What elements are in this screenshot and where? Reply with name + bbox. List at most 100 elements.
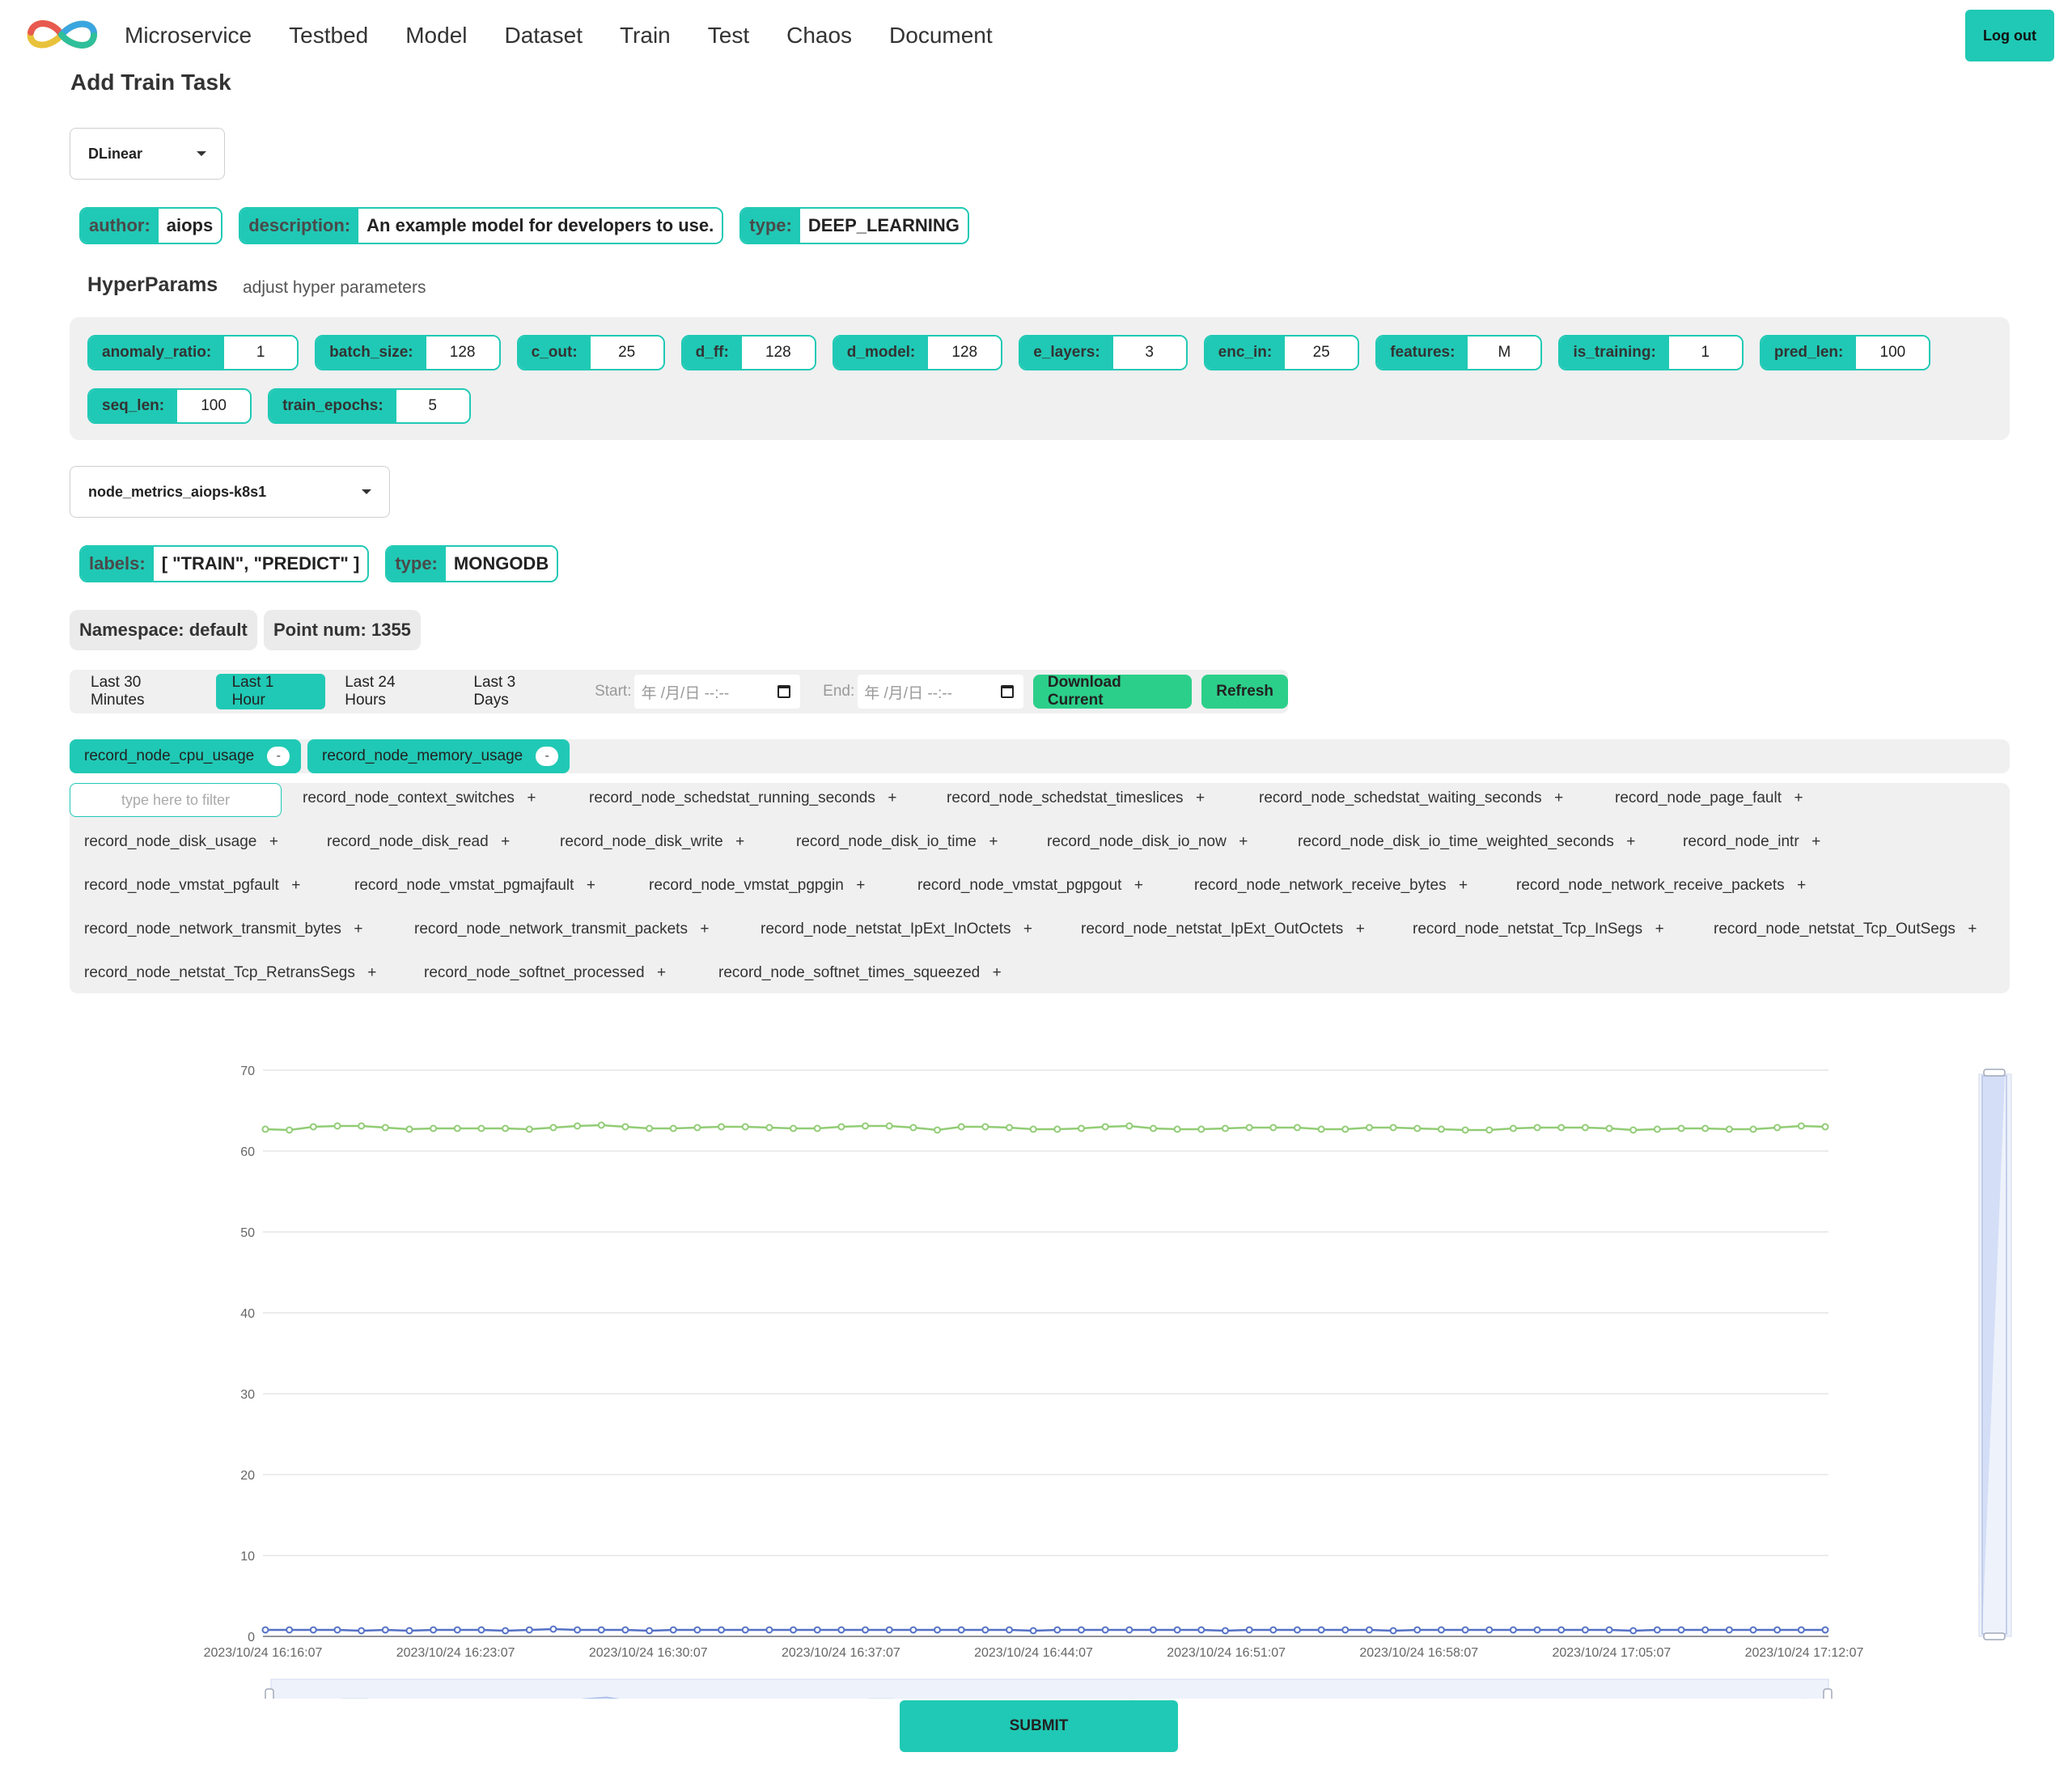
metric-item[interactable]: record_node_network_transmit_bytes + (84, 917, 367, 942)
app-logo[interactable] (24, 15, 99, 55)
metric-item[interactable]: record_node_schedstat_waiting_seconds + (1259, 786, 1568, 811)
hyperparam-is-training[interactable]: is_training: 1 (1558, 335, 1744, 370)
start-date-input[interactable]: 年 /月/日 --:-- (634, 675, 801, 709)
add-metric-icon[interactable]: + (1550, 789, 1568, 807)
nav-test[interactable]: Test (708, 19, 749, 52)
add-metric-icon[interactable]: + (696, 921, 714, 938)
hyperparam-e-layers[interactable]: e_layers: 3 (1019, 335, 1188, 370)
add-metric-icon[interactable]: + (1964, 921, 1981, 938)
remove-metric-button[interactable]: - (267, 747, 290, 766)
submit-button[interactable]: SUBMIT (900, 1700, 1178, 1752)
add-metric-icon[interactable]: + (363, 964, 381, 982)
hyperparam-value-input[interactable]: 25 (590, 336, 663, 369)
metric-item[interactable]: record_node_softnet_processed + (424, 961, 671, 985)
metric-item[interactable]: record_node_disk_io_time + (796, 830, 1002, 854)
metric-item[interactable]: record_node_vmstat_pgpgin + (649, 874, 870, 898)
metric-item[interactable]: record_node_disk_io_time_weighted_second… (1298, 830, 1640, 854)
hyperparam-d-ff[interactable]: d_ff: 128 (680, 335, 816, 370)
metric-item[interactable]: record_node_network_transmit_packets + (414, 917, 714, 942)
metric-item[interactable]: record_node_page_fault + (1615, 786, 1807, 811)
metric-item[interactable]: record_node_schedstat_running_seconds + (589, 786, 901, 811)
metric-item[interactable]: record_node_netstat_IpExt_InOctets + (761, 917, 1036, 942)
hyperparam-value-input[interactable]: 128 (928, 336, 1002, 369)
end-date-input[interactable]: 年 /月/日 --:-- (858, 675, 1023, 709)
remove-metric-button[interactable]: - (536, 747, 559, 766)
hyperparam-value-input[interactable]: 1 (1668, 336, 1742, 369)
nav-train[interactable]: Train (620, 19, 671, 52)
hyperparam-train-epochs[interactable]: train_epochs: 5 (268, 388, 471, 424)
nav-chaos[interactable]: Chaos (786, 19, 852, 52)
metric-item[interactable]: record_node_netstat_IpExt_OutOctets + (1081, 917, 1369, 942)
metric-item[interactable]: record_node_context_switches + (303, 786, 540, 811)
metric-item[interactable]: record_node_vmstat_pgpgout + (917, 874, 1147, 898)
metric-item[interactable]: record_node_vmstat_pgmajfault + (354, 874, 600, 898)
logout-button[interactable]: Log out (1965, 10, 2054, 61)
dataset-select[interactable]: node_metrics_aiops-k8s1 (70, 466, 390, 518)
hyperparam-value-input[interactable]: 100 (177, 390, 251, 422)
add-metric-icon[interactable]: + (1622, 833, 1640, 851)
add-metric-icon[interactable]: + (653, 964, 671, 982)
range-last-30-minutes[interactable]: Last 30 Minutes (74, 674, 213, 709)
nav-dataset[interactable]: Dataset (504, 19, 583, 52)
metric-item[interactable]: record_node_softnet_times_squeezed + (718, 961, 1006, 985)
hyperparam-value-input[interactable]: 5 (396, 390, 469, 422)
hyperparam-pred-len[interactable]: pred_len: 100 (1759, 335, 1931, 370)
add-metric-icon[interactable]: + (1019, 921, 1036, 938)
hyperparam-value-input[interactable]: 128 (741, 336, 815, 369)
add-metric-icon[interactable]: + (883, 789, 901, 807)
add-metric-icon[interactable]: + (497, 833, 515, 851)
hyperparam-value-input[interactable]: 1 (224, 336, 298, 369)
metric-item[interactable]: record_node_network_receive_bytes + (1194, 874, 1472, 898)
add-metric-icon[interactable]: + (1650, 921, 1668, 938)
metric-item[interactable]: record_node_network_receive_packets + (1516, 874, 1811, 898)
nav-document[interactable]: Document (889, 19, 993, 52)
range-last-1-hour[interactable]: Last 1 Hour (215, 674, 326, 709)
nav-microservice[interactable]: Microservice (125, 19, 252, 52)
calendar-icon[interactable] (778, 685, 791, 698)
add-metric-icon[interactable]: + (1807, 833, 1825, 851)
hyperparam-value-input[interactable]: 3 (1112, 336, 1186, 369)
metric-item[interactable]: record_node_vmstat_pgfault + (84, 874, 305, 898)
metrics-line-chart[interactable]: 0 10 20 30 40 50 60 70 2023/10/24 16:16:07 2023/1… (178, 1052, 2039, 1699)
metric-item[interactable]: record_node_disk_io_now + (1047, 830, 1252, 854)
add-metric-icon[interactable]: + (1455, 877, 1472, 895)
hyperparam-seq-len[interactable]: seq_len: 100 (87, 388, 252, 424)
nav-model[interactable]: Model (405, 19, 467, 52)
hyperparam-features[interactable]: features: M (1375, 335, 1543, 370)
add-metric-icon[interactable]: + (287, 877, 305, 895)
hyperparam-anomaly-ratio[interactable]: anomaly_ratio: 1 (87, 335, 299, 370)
hyperparam-enc-in[interactable]: enc_in: 25 (1203, 335, 1360, 370)
add-metric-icon[interactable]: + (582, 877, 600, 895)
hyperparam-d-model[interactable]: d_model: 128 (832, 335, 1003, 370)
add-metric-icon[interactable]: + (350, 921, 367, 938)
metric-item[interactable]: record_node_disk_write + (560, 830, 749, 854)
hyperparam-value-input[interactable]: 128 (426, 336, 499, 369)
nav-testbed[interactable]: Testbed (289, 19, 368, 52)
add-metric-icon[interactable]: + (523, 789, 540, 807)
add-metric-icon[interactable]: + (1192, 789, 1210, 807)
add-metric-icon[interactable]: + (1793, 877, 1811, 895)
range-last-3-days[interactable]: Last 3 Days (457, 674, 569, 709)
download-current-button[interactable]: Download Current (1032, 674, 1193, 709)
metric-item[interactable]: record_node_disk_usage + (84, 830, 282, 854)
add-metric-icon[interactable]: + (985, 833, 1002, 851)
metric-item[interactable]: record_node_intr + (1683, 830, 1825, 854)
metric-item[interactable]: record_node_schedstat_timeslices + (947, 786, 1210, 811)
metric-item[interactable]: record_node_disk_read + (327, 830, 515, 854)
add-metric-icon[interactable]: + (988, 964, 1006, 982)
add-metric-icon[interactable]: + (1235, 833, 1252, 851)
hyperparam-c-out[interactable]: c_out: 25 (516, 335, 665, 370)
model-select[interactable]: DLinear (70, 128, 225, 180)
hyperparam-batch-size[interactable]: batch_size: 128 (315, 335, 501, 370)
add-metric-icon[interactable]: + (265, 833, 282, 851)
metric-item[interactable]: record_node_netstat_Tcp_OutSegs + (1714, 917, 1981, 942)
hyperparam-value-input[interactable]: 100 (1856, 336, 1930, 369)
refresh-button[interactable]: Refresh (1201, 675, 1288, 709)
range-last-24-hours[interactable]: Last 24 Hours (328, 674, 454, 709)
hyperparam-value-input[interactable]: M (1468, 336, 1541, 369)
add-metric-icon[interactable]: + (852, 877, 870, 895)
calendar-icon[interactable] (1000, 685, 1014, 698)
metric-item[interactable]: record_node_netstat_Tcp_InSegs + (1413, 917, 1668, 942)
add-metric-icon[interactable]: + (1351, 921, 1369, 938)
metric-item[interactable]: record_node_netstat_Tcp_RetransSegs + (84, 961, 381, 985)
